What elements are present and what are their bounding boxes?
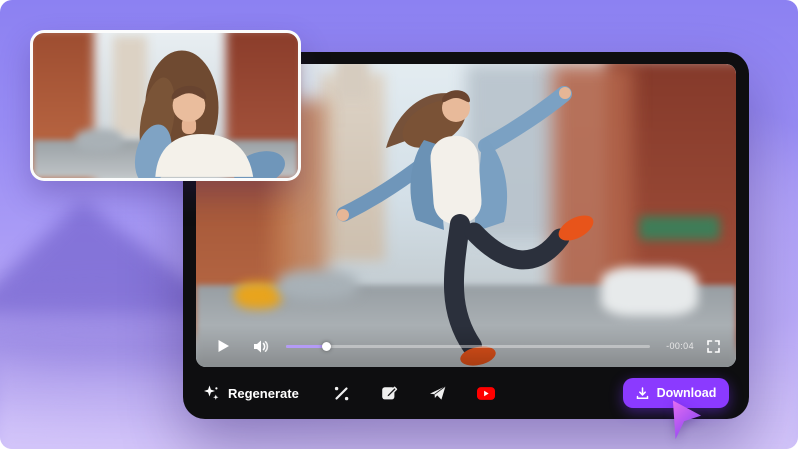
play-button[interactable] (212, 335, 234, 357)
video-taxi (234, 282, 283, 309)
youtube-icon[interactable] (477, 384, 495, 402)
regenerate-label: Regenerate (228, 386, 299, 401)
progress-thumb[interactable] (322, 342, 331, 351)
progress-fill (286, 345, 326, 348)
video-suv (601, 267, 698, 315)
download-label: Download (657, 386, 717, 400)
volume-icon[interactable] (250, 335, 272, 357)
player-toolbar: Regenerate (183, 367, 749, 419)
progress-slider[interactable] (286, 339, 650, 353)
download-button[interactable]: Download (623, 378, 729, 408)
edit-icon[interactable] (381, 384, 399, 402)
regenerate-button[interactable]: Regenerate (203, 385, 299, 402)
source-image-card[interactable] (30, 30, 301, 181)
sparkle-icon (203, 385, 220, 402)
time-remaining: -00:04 (666, 341, 694, 351)
fullscreen-icon[interactable] (706, 339, 720, 353)
playback-controls: -00:04 (196, 325, 736, 367)
portrait-figure (33, 33, 298, 178)
send-share-icon[interactable] (429, 384, 447, 402)
download-icon (636, 387, 649, 400)
video-awning (639, 216, 720, 240)
magic-wand-icon[interactable] (333, 384, 351, 402)
progress-track[interactable] (286, 345, 650, 348)
page: -00:04 Regenerate (0, 0, 798, 449)
